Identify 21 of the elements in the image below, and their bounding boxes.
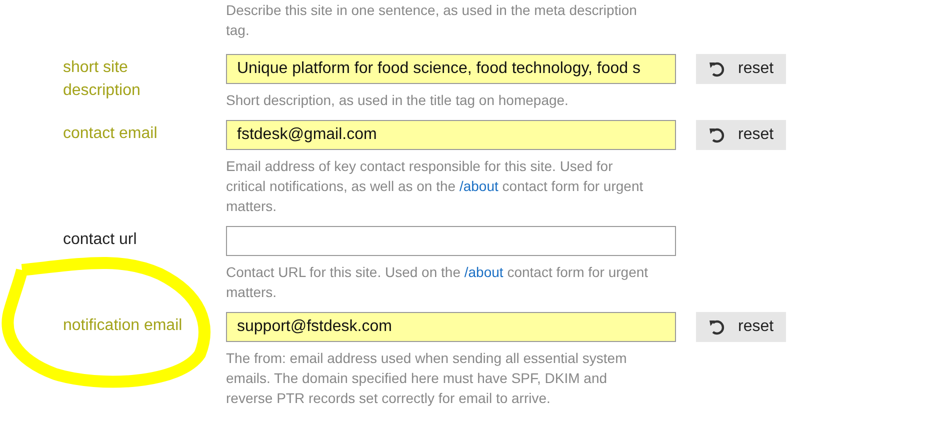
- reset-button[interactable]: reset: [696, 312, 786, 342]
- undo-icon: [708, 126, 726, 144]
- help-text: Describe this site in one sentence, as used in the meta description tag.: [226, 1, 638, 40]
- setting-label: contact url: [63, 230, 138, 250]
- setting-label: short site description: [63, 58, 142, 101]
- undo-icon: [708, 318, 726, 336]
- setting-input[interactable]: Unique platform for food science, food technology, food s: [226, 54, 676, 84]
- setting-input[interactable]: support@fstdesk.com: [226, 312, 676, 342]
- setting-input[interactable]: [226, 226, 676, 256]
- setting-label: notification email: [63, 316, 184, 336]
- help-text: The from: email address used when sending all essential system emails. The domain specified here must have SPF, DKIM and reverse PTR records set correctly for email to arrive.: [226, 349, 628, 408]
- help-text: Short description, as used in the title tag on homepage.: [226, 91, 570, 110]
- reset-button[interactable]: reset: [696, 120, 786, 150]
- about-link[interactable]: /about: [464, 264, 504, 280]
- setting-label: contact email: [63, 124, 158, 144]
- setting-input[interactable]: fstdesk@gmail.com: [226, 120, 676, 150]
- undo-icon: [708, 60, 726, 78]
- about-link[interactable]: /about: [459, 178, 498, 194]
- reset-button[interactable]: reset: [696, 54, 786, 84]
- help-text: Contact URL for this site. Used on the /about contact form for urgent matters.: [226, 263, 650, 302]
- help-text: Email address of key contact responsible for this site. Used for critical notifications, as well as on the /about contact form for urgent matters.: [226, 157, 644, 216]
